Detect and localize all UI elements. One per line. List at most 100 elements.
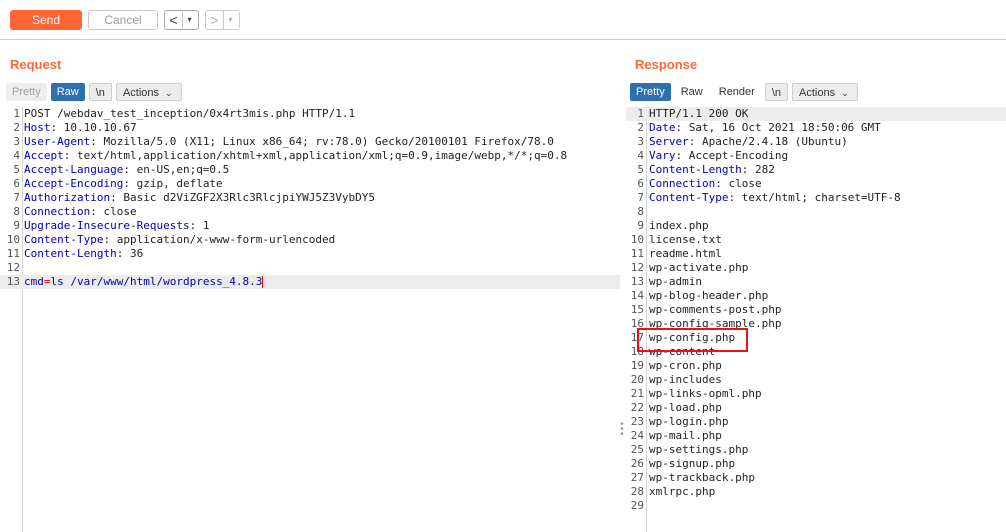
send-button[interactable]: Send bbox=[10, 10, 82, 30]
line-text: Connection: close bbox=[649, 177, 762, 191]
chevron-down-icon: ⌄ bbox=[841, 88, 849, 98]
drag-handle-icon[interactable]: • • • bbox=[620, 420, 624, 440]
code-line[interactable]: 15 wp-comments-post.php bbox=[626, 303, 1006, 317]
response-editor[interactable]: 1 HTTP/1.1 200 OK 2 Date: Sat, 16 Oct 2021 … bbox=[626, 107, 1006, 532]
line-text: wp-settings.php bbox=[649, 443, 748, 457]
tab-label: Raw bbox=[680, 86, 703, 98]
code-line[interactable]: 10 license.txt bbox=[626, 233, 1006, 247]
line-text: Accept: text/html,application/xhtml+xml,… bbox=[24, 149, 567, 163]
code-line[interactable]: 2 Host: 10.10.10.67 bbox=[0, 121, 620, 135]
header-name: Content-Type bbox=[649, 191, 729, 204]
line-number: 2 bbox=[637, 121, 644, 134]
tab-label: Actions bbox=[122, 87, 160, 99]
line-value: : text/html,application/xhtml+xml,applic… bbox=[63, 149, 568, 162]
code-line[interactable]: 9 index.php bbox=[626, 219, 1006, 233]
back-history-dropdown-icon[interactable]: ▾ bbox=[182, 11, 196, 29]
line-text: Server: Apache/2.4.18 (Ubuntu) bbox=[649, 135, 848, 149]
code-line[interactable]: 4 Vary: Accept-Encoding bbox=[626, 149, 1006, 163]
request-view-tabs: Pretty Raw \n Actions ⌄ bbox=[6, 83, 182, 101]
line-value: : Apache/2.4.18 (Ubuntu) bbox=[688, 135, 848, 148]
line-text: wp-includes bbox=[649, 373, 722, 387]
forward-nav-group[interactable]: > ▾ bbox=[205, 10, 240, 30]
code-line[interactable]: 14 wp-blog-header.php bbox=[626, 289, 1006, 303]
code-line[interactable]: 8 Connection: close bbox=[0, 205, 620, 219]
response-tab-raw[interactable]: Raw bbox=[674, 83, 709, 101]
code-line[interactable]: 26 wp-signup.php bbox=[626, 457, 1006, 471]
code-line[interactable]: 20 wp-includes bbox=[626, 373, 1006, 387]
response-tab-n[interactable]: \n bbox=[764, 83, 789, 101]
code-line[interactable]: 21 wp-links-opml.php bbox=[626, 387, 1006, 401]
line-value: : Sat, 16 Oct 2021 18:50:06 GMT bbox=[675, 121, 881, 134]
line-text: Accept-Language: en-US,en;q=0.5 bbox=[24, 163, 229, 177]
code-line[interactable]: 19 wp-cron.php bbox=[626, 359, 1006, 373]
code-line[interactable]: 1 POST /webdav_test_inception/0x4rt3mis.p… bbox=[0, 107, 620, 121]
code-line[interactable]: 12 bbox=[0, 261, 620, 275]
code-line[interactable]: 7 Content-Type: text/html; charset=UTF-8 bbox=[626, 191, 1006, 205]
param-value: ls /var/www/html/wordpress_4.8.3 bbox=[50, 275, 263, 288]
request-tab-pretty[interactable]: Pretty bbox=[6, 83, 47, 101]
line-value: : gzip, deflate bbox=[123, 177, 223, 190]
request-editor[interactable]: 1 POST /webdav_test_inception/0x4rt3mis.p… bbox=[0, 107, 620, 532]
code-line[interactable]: 29 bbox=[626, 499, 1006, 513]
code-line[interactable]: 7 Authorization: Basic d2ViZGF2X3Rlc3Rlcj… bbox=[0, 191, 620, 205]
code-line[interactable]: 8 bbox=[626, 205, 1006, 219]
code-line[interactable]: 23 wp-login.php bbox=[626, 415, 1006, 429]
line-value: : 1 bbox=[189, 219, 210, 232]
line-text: cmd=ls /var/www/html/wordpress_4.8.3 bbox=[24, 275, 264, 289]
line-number: 6 bbox=[637, 177, 644, 190]
code-line[interactable]: 5 Accept-Language: en-US,en;q=0.5 bbox=[0, 163, 620, 177]
code-line[interactable]: 25 wp-settings.php bbox=[626, 443, 1006, 457]
line-value: wp-links-opml.php bbox=[649, 387, 762, 400]
forward-history-dropdown-icon[interactable]: ▾ bbox=[223, 11, 237, 29]
line-number: 2 bbox=[13, 121, 20, 134]
header-name: Vary bbox=[649, 149, 676, 162]
line-number: 10 bbox=[6, 233, 20, 246]
forward-arrow-icon[interactable]: > bbox=[206, 11, 223, 29]
code-line[interactable]: 27 wp-trackback.php bbox=[626, 471, 1006, 485]
code-line[interactable]: 12 wp-activate.php bbox=[626, 261, 1006, 275]
code-line[interactable]: 11 readme.html bbox=[626, 247, 1006, 261]
line-text: wp-links-opml.php bbox=[649, 387, 762, 401]
code-line[interactable]: 10 Content-Type: application/x-www-form-u… bbox=[0, 233, 620, 247]
code-line[interactable]: 6 Accept-Encoding: gzip, deflate bbox=[0, 177, 620, 191]
code-line[interactable]: 3 Server: Apache/2.4.18 (Ubuntu) bbox=[626, 135, 1006, 149]
code-line[interactable]: 11 Content-Length: 36 bbox=[0, 247, 620, 261]
tab-label: \n bbox=[95, 87, 105, 99]
back-nav-group[interactable]: < ▾ bbox=[164, 10, 199, 30]
response-tab-pretty[interactable]: Pretty bbox=[630, 83, 671, 101]
line-text: wp-mail.php bbox=[649, 429, 722, 443]
code-line[interactable]: 5 Content-Length: 282 bbox=[626, 163, 1006, 177]
request-tab-n[interactable]: \n bbox=[88, 83, 112, 101]
code-line[interactable]: 28 xmlrpc.php bbox=[626, 485, 1006, 499]
back-arrow-icon[interactable]: < bbox=[165, 11, 182, 29]
line-text: User-Agent: Mozilla/5.0 (X11; Linux x86_… bbox=[24, 135, 554, 149]
code-line[interactable]: 9 Upgrade-Insecure-Requests: 1 bbox=[0, 219, 620, 233]
line-text: Content-Length: 282 bbox=[649, 163, 775, 177]
cancel-button[interactable]: Cancel bbox=[88, 10, 158, 30]
code-line[interactable]: 13 wp-admin bbox=[626, 275, 1006, 289]
code-line[interactable]: 24 wp-mail.php bbox=[626, 429, 1006, 443]
line-number: 28 bbox=[630, 485, 644, 498]
line-number: 5 bbox=[13, 163, 20, 176]
line-value: wp-settings.php bbox=[649, 443, 749, 456]
code-line[interactable]: 2 Date: Sat, 16 Oct 2021 18:50:06 GMT bbox=[626, 121, 1006, 135]
line-value: readme.html bbox=[649, 247, 722, 260]
header-name: Content-Length bbox=[649, 163, 742, 176]
line-value: : 36 bbox=[116, 247, 144, 260]
request-tab-raw[interactable]: Raw bbox=[50, 83, 85, 101]
code-line[interactable]: 13 cmd=ls /var/www/html/wordpress_4.8.3 bbox=[0, 275, 620, 289]
code-line[interactable]: 4 Accept: text/html,application/xhtml+xml… bbox=[0, 149, 620, 163]
line-text: wp-activate.php bbox=[649, 261, 748, 275]
request-tab-actions[interactable]: Actions ⌄ bbox=[115, 83, 182, 101]
code-line[interactable]: 3 User-Agent: Mozilla/5.0 (X11; Linux x86… bbox=[0, 135, 620, 149]
response-tab-actions[interactable]: Actions ⌄ bbox=[792, 83, 858, 101]
code-line[interactable]: 6 Connection: close bbox=[626, 177, 1006, 191]
code-line[interactable]: 22 wp-load.php bbox=[626, 401, 1006, 415]
line-number: 12 bbox=[630, 261, 644, 274]
header-name: Upgrade-Insecure-Requests bbox=[24, 219, 190, 232]
line-number: 23 bbox=[630, 415, 644, 428]
response-tab-render[interactable]: Render bbox=[712, 83, 761, 101]
code-line[interactable]: 1 HTTP/1.1 200 OK bbox=[626, 107, 1006, 121]
tab-label: Render bbox=[718, 86, 755, 98]
line-text: Content-Length: 36 bbox=[24, 247, 143, 261]
